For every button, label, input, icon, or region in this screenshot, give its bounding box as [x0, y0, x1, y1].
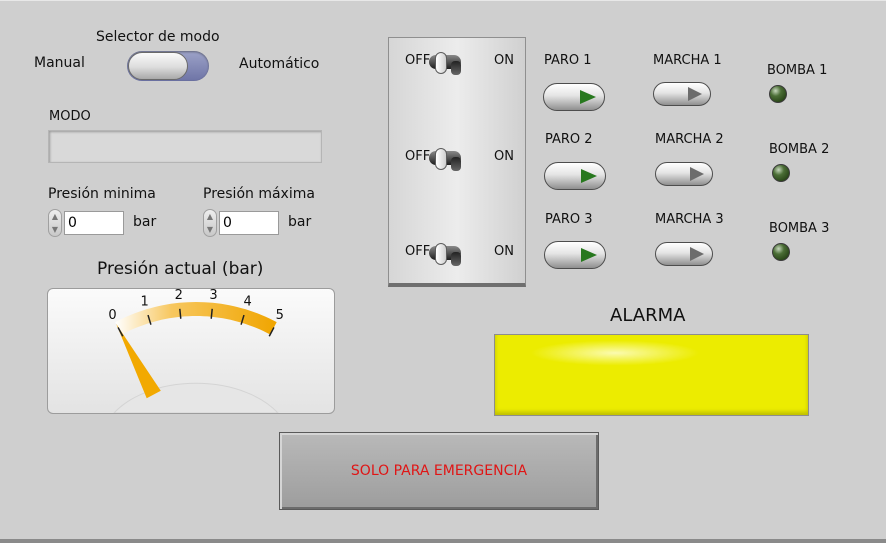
play-icon [581, 248, 597, 262]
marcha-1-button[interactable] [653, 82, 711, 106]
play-icon [580, 90, 596, 104]
switch-1-toggle[interactable] [429, 52, 461, 75]
play-icon [690, 247, 704, 261]
pressure-min-label: Presión minima [48, 186, 156, 202]
increment-icon[interactable]: ▲ [49, 210, 61, 223]
emergency-button[interactable]: SOLO PARA EMERGENCIA [279, 432, 599, 510]
pressure-max-label: Presión máxima [203, 186, 315, 202]
bomba-2-indicator [772, 164, 790, 182]
paro-2-label: PARO 2 [545, 132, 593, 147]
gauge-dial: 0 1 2 3 4 5 [108, 289, 284, 413]
mode-selector-title: Selector de modo [96, 29, 220, 45]
switch-3-toggle[interactable] [429, 243, 461, 266]
marcha-2-label: MARCHA 2 [655, 132, 724, 147]
pressure-max-input[interactable] [219, 211, 279, 235]
switch-1-off-label: OFF [405, 53, 431, 68]
gauge-title: Presión actual (bar) [97, 259, 264, 279]
decrement-icon[interactable]: ▼ [204, 223, 216, 236]
mode-label: MODO [49, 109, 91, 124]
gauge-tick-label: 3 [209, 289, 217, 303]
gauge-tick-label: 2 [175, 289, 183, 303]
bomba-2-label: BOMBA 2 [769, 142, 830, 157]
gauge-hub [113, 382, 279, 413]
switch-2-on-label: ON [494, 149, 514, 164]
mode-switch-knob [128, 52, 188, 80]
control-panel: Selector de modo Manual Automático MODO … [0, 0, 886, 543]
bomba-3-indicator [772, 243, 790, 261]
gauge-tick-label: 4 [243, 295, 251, 310]
switch-2-toggle[interactable] [429, 148, 461, 171]
play-icon [690, 167, 704, 181]
play-icon [581, 169, 597, 183]
switch-3-off-label: OFF [405, 244, 431, 259]
gauge-tick [179, 308, 182, 319]
bomba-1-indicator [769, 85, 787, 103]
pressure-max-unit: bar [288, 214, 312, 230]
paro-3-button[interactable] [544, 241, 606, 269]
play-icon [688, 87, 702, 101]
paro-1-label: PARO 1 [544, 53, 592, 68]
emergency-label: SOLO PARA EMERGENCIA [350, 463, 528, 479]
decrement-icon[interactable]: ▼ [49, 223, 61, 236]
switch-2-off-label: OFF [405, 149, 431, 164]
bomba-3-label: BOMBA 3 [769, 221, 830, 236]
pressure-gauge: 0 1 2 3 4 5 [47, 288, 335, 414]
paro-3-label: PARO 3 [545, 212, 593, 227]
gauge-tick-label: 1 [141, 295, 149, 310]
switch-1-on-label: ON [494, 53, 514, 68]
paro-2-button[interactable] [544, 162, 606, 190]
pressure-min-input[interactable] [64, 211, 124, 235]
alarm-indicator [494, 334, 809, 416]
switch-3-on-label: ON [494, 244, 514, 259]
mode-selector-switch[interactable] [127, 51, 209, 81]
bomba-1-label: BOMBA 1 [767, 63, 828, 78]
gauge-tick-label: 0 [108, 308, 116, 323]
mode-display [48, 130, 322, 163]
gauge-arc [115, 302, 277, 335]
marcha-1-label: MARCHA 1 [653, 53, 722, 68]
pressure-min-unit: bar [133, 214, 157, 230]
paro-1-button[interactable] [543, 83, 605, 111]
marcha-3-button[interactable] [655, 242, 713, 266]
mode-auto-label: Automático [239, 56, 320, 72]
alarm-label: ALARMA [610, 305, 686, 326]
pump-switch-panel: OFF ON OFF ON OFF ON [388, 37, 526, 287]
increment-icon[interactable]: ▲ [204, 210, 216, 223]
pressure-max-stepper[interactable]: ▲ ▼ [203, 209, 217, 237]
marcha-3-label: MARCHA 3 [655, 212, 724, 227]
mode-manual-label: Manual [34, 55, 85, 71]
marcha-2-button[interactable] [655, 162, 713, 186]
gauge-tick [210, 308, 213, 319]
pressure-min-stepper[interactable]: ▲ ▼ [48, 209, 62, 237]
gauge-tick-label: 5 [276, 308, 284, 323]
